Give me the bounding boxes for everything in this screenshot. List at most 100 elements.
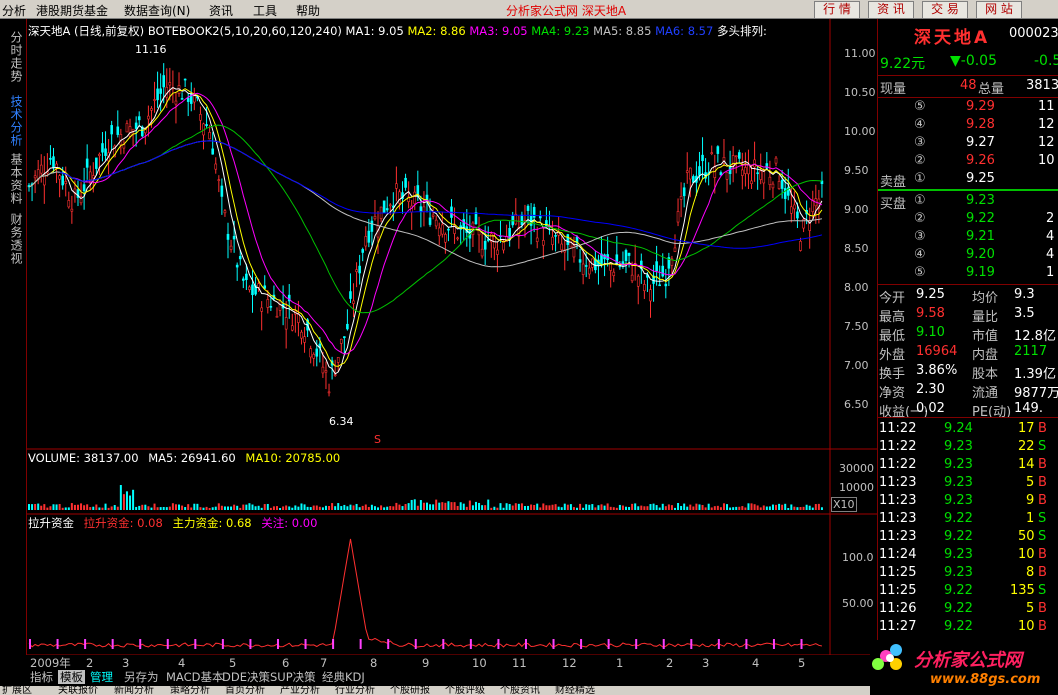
volume-bar (168, 506, 171, 510)
volume-axis-10000: 10000 (839, 481, 874, 494)
candle-body (95, 157, 98, 169)
candle-body (777, 181, 781, 189)
footer-tab[interactable]: 策略分析 (168, 686, 224, 695)
volume-bar (817, 503, 820, 510)
candle-body (630, 274, 634, 282)
volume-bar (646, 506, 649, 510)
volume-bar (493, 506, 496, 510)
volume-bar (380, 505, 383, 510)
volume-bar (667, 504, 670, 510)
footer-tab[interactable]: 首页分析 (223, 686, 279, 695)
quote-panel: 深天地A 000023 9.22元 ▼-0.05 -0.5 现量 48 总量 3… (877, 19, 1058, 655)
menu-tools[interactable]: 工具 (253, 2, 277, 19)
footer-tab[interactable]: 扩展区 (0, 686, 56, 695)
candle-body (349, 291, 352, 299)
price-axis-label: 8.00 (844, 281, 869, 294)
indicator-tab[interactable]: 管理 (88, 670, 115, 684)
sell-row: ④ 9.28 12 (878, 117, 1058, 135)
volume-bar (55, 504, 58, 510)
volume-bar (637, 506, 640, 510)
website-button[interactable]: 网 站 (976, 1, 1022, 19)
footer-tab[interactable]: 个股研报 (388, 686, 444, 695)
footer-tab[interactable]: 个股资讯 (498, 686, 554, 695)
footer-tab[interactable]: 新闻分析 (112, 686, 168, 695)
candle-body (88, 171, 92, 184)
buy-row: ③ 9.21 4 (878, 229, 1058, 247)
formula-label[interactable]: BOTEBOOK2(5,10,20,60,120,240) (148, 24, 342, 38)
tab-intraday[interactable]: 分时走势 (3, 27, 23, 87)
candle-body (462, 219, 466, 229)
tick-side: S (1038, 439, 1047, 454)
candle-body (655, 261, 658, 272)
volume-bar (269, 507, 272, 510)
footer-tab[interactable]: 行业分析 (333, 686, 389, 695)
volume-bar (227, 506, 229, 510)
candle-body (290, 325, 294, 331)
footer-tab[interactable]: 个股评级 (443, 686, 499, 695)
volume-bar (208, 507, 211, 510)
trade-button[interactable]: 交 易 (922, 1, 968, 19)
volume-bar (474, 501, 477, 510)
time-axis-label: 6 (282, 656, 290, 670)
indicator-tab[interactable]: SUP决策 (268, 670, 318, 684)
volume-bar (640, 505, 643, 510)
quote-button[interactable]: 行 情 (814, 1, 860, 19)
time-axis-label: 3 (122, 656, 130, 670)
volume-bar (502, 507, 505, 510)
watch-marker (29, 639, 31, 649)
candle-body (581, 263, 585, 275)
volume-bar (337, 503, 340, 510)
volume-bar (205, 506, 208, 510)
candle-body (444, 234, 447, 243)
stat-row: 最高 9.58 量比 3.5 (878, 306, 1058, 325)
tab-technical[interactable]: 技术分析 (3, 91, 23, 151)
indicator-tab[interactable]: 指标 (28, 670, 55, 684)
volume-bar (429, 504, 432, 510)
tab-finance[interactable]: 财务透视 (3, 209, 23, 269)
candle-body (147, 115, 150, 120)
volume-bar (756, 505, 759, 510)
indicator-tab[interactable]: MACD基本 (164, 670, 225, 684)
volume-bar (95, 504, 98, 510)
watch-marker (524, 639, 527, 649)
order-price: 9.21 (966, 229, 995, 244)
tab-profile[interactable]: 基本资料 (3, 149, 23, 209)
candle-body (245, 273, 248, 280)
candle-body (82, 184, 86, 192)
menu-data-query[interactable]: 数据查询(N) (124, 2, 190, 19)
price-axis-label: 11.00 (844, 47, 876, 60)
candle-body (520, 214, 524, 226)
volume-bar (670, 505, 673, 510)
stat-value: 9877万 (1014, 386, 1058, 401)
order-price: 9.19 (966, 265, 995, 280)
indicator-tab[interactable]: 模板 (58, 670, 85, 684)
volume-bar (759, 507, 762, 510)
volume-bar (618, 504, 621, 510)
volume-bar (511, 505, 514, 510)
tick-time: 11:22 (879, 421, 917, 436)
footer-tab[interactable]: 产业分析 (278, 686, 334, 695)
indicator-tab[interactable]: DDE决策 (220, 670, 272, 684)
candle-body (437, 227, 441, 237)
volume-bar (260, 507, 263, 510)
tick-side: B (1038, 619, 1047, 634)
tick-price: 9.22 (944, 583, 973, 598)
tick-row: 11:26 9.22 5 B (878, 601, 1058, 619)
chart-area[interactable]: 深天地A (日线,前复权) BOTEBOOK2(5,10,20,60,120,2… (27, 19, 877, 655)
watch-marker (332, 639, 335, 649)
menu-hk-futures[interactable]: 港股期货基金 (36, 2, 108, 19)
indicator-tab[interactable]: 经典KDJ (320, 670, 367, 684)
footer-tab[interactable]: 财经精选 (553, 686, 609, 695)
level-index: ① (914, 193, 926, 208)
indicator-tab[interactable]: 另存为 (122, 670, 161, 684)
menu-news[interactable]: 资讯 (209, 2, 233, 19)
footer-tab[interactable]: 关联报价 (56, 686, 112, 695)
stat-label: 最高 (879, 310, 906, 325)
volume-bar (373, 506, 376, 510)
menu-analysis[interactable]: 分析 (2, 2, 26, 19)
volume-bar (324, 505, 327, 510)
menu-help[interactable]: 帮助 (296, 2, 320, 19)
news-button[interactable]: 资 讯 (868, 1, 914, 19)
candle-body (373, 216, 377, 220)
kline-chart[interactable] (27, 19, 877, 655)
